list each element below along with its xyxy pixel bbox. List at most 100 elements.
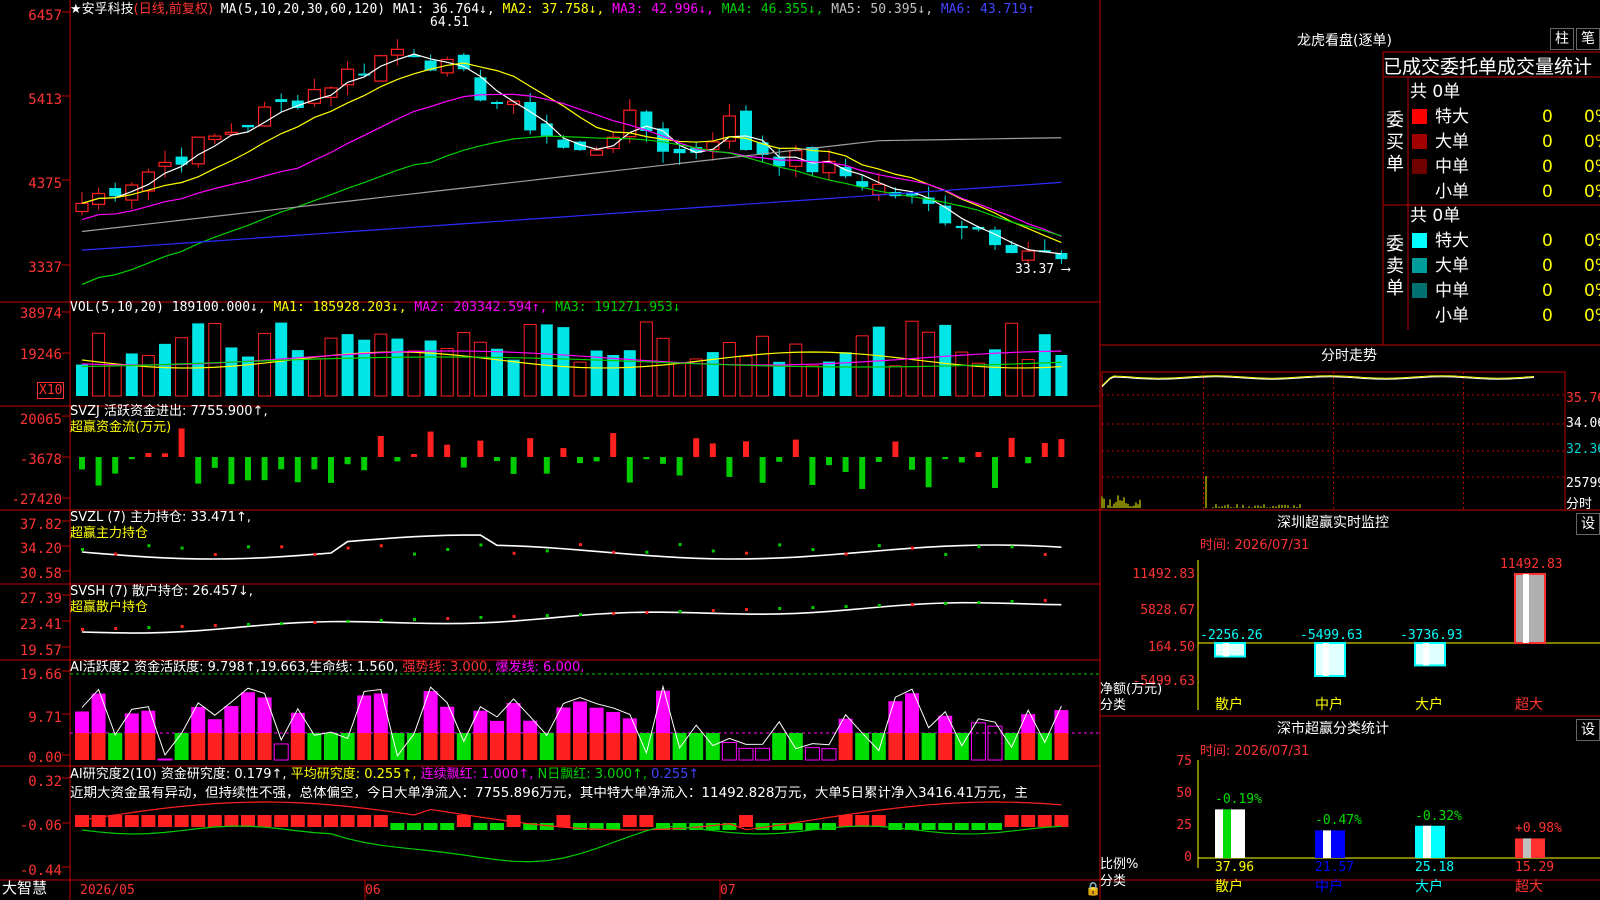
monitor-bar-shine-1 [1323, 642, 1329, 676]
ai1-bar-base [423, 733, 438, 760]
classify-bar-shine-3 [1523, 838, 1531, 858]
flow-bar [328, 457, 334, 483]
ai2-bar [324, 815, 338, 827]
sell-row-0: 特大 0 0% [1412, 231, 1600, 251]
sell-total: 共 0单 [1410, 206, 1461, 226]
ai1-bar-base [838, 733, 853, 760]
ai1-bar-green [705, 733, 720, 760]
sell-row-name: 特大 [1435, 231, 1469, 251]
svzj-label: SVZJ 活跃资金进出: 7755.900↑, [70, 404, 268, 419]
volume-bar [108, 364, 122, 397]
ai1-bar-top [473, 710, 488, 733]
ai2-bar [938, 823, 953, 830]
svzl-tick [545, 549, 549, 553]
volume-bar [939, 324, 952, 396]
volume-bar [192, 323, 205, 396]
volume-bar [307, 358, 321, 397]
ai1-bar-base [91, 733, 106, 760]
volume-bar [424, 340, 437, 396]
volume-bar [722, 342, 736, 397]
vol-ma2: MA2: 203342.594↑, [414, 300, 548, 315]
low-price-label: 33.37 [1015, 262, 1055, 277]
volume-bar [159, 343, 171, 396]
svsh-tick [944, 602, 948, 605]
ai1-tick-2: 0.00 [28, 750, 62, 766]
classify-value-3: 15.29 [1515, 860, 1555, 875]
flow-bar [460, 457, 467, 468]
flow-bar [792, 439, 799, 457]
classify-change-3: +0.98% [1515, 821, 1562, 837]
svzl-tick [844, 552, 848, 556]
sell-row-count: 0 [1542, 306, 1553, 326]
flow-bar [95, 457, 102, 486]
svsh-tick [180, 625, 184, 628]
monitor-cat-2: 大户 [1415, 697, 1443, 713]
sell-row-pct: 0% [1584, 306, 1600, 326]
bar-mode-button[interactable]: 柱 [1550, 28, 1574, 50]
ai2-bar [1021, 815, 1036, 827]
pen-mode-button[interactable]: 笔 [1576, 28, 1600, 50]
monitor-y-title: 净额(万元) [1100, 682, 1163, 697]
flow-bar [128, 457, 135, 460]
price-tick-2: 4375 [28, 176, 62, 192]
ai2-bar [274, 815, 289, 827]
buy-row-2: 中单 0 0% [1412, 157, 1600, 177]
classify-settings-button[interactable]: 设 [1576, 719, 1600, 741]
classify-bar-shine-2 [1423, 825, 1431, 858]
monitor-time: 时间: 2026/07/31 [1200, 538, 1310, 553]
svsh-tick [313, 621, 317, 624]
ai1-bar-base [224, 733, 239, 760]
svsh-tick [1043, 599, 1047, 602]
flow-bar [743, 441, 749, 457]
sell-row-pct: 0% [1584, 256, 1600, 276]
stock-name[interactable]: ★安孚科技 [70, 2, 134, 17]
volume-bar [473, 341, 487, 397]
svzl-tick [711, 549, 715, 553]
monitor-settings-button[interactable]: 设 [1576, 513, 1600, 535]
ai2-bar [473, 823, 488, 830]
ai2-bar [174, 815, 189, 827]
svsh-tick [446, 617, 450, 620]
sell-row-count: 0 [1542, 256, 1553, 276]
svsh-tick [247, 623, 250, 626]
ai1-bar-base [905, 733, 919, 760]
ai1-bar-green [539, 733, 554, 760]
ai1-bar-top [224, 706, 239, 733]
ai1-bar-top [1021, 714, 1036, 733]
ai2-bar [739, 815, 753, 827]
ai2-bar [1037, 815, 1052, 827]
volume-bar [141, 355, 155, 397]
monitor-bar-shine-0 [1223, 642, 1229, 657]
svsh-tick [678, 610, 682, 613]
vol-unit-badge[interactable]: X10 [37, 382, 65, 399]
lock-icon: 🔒 [1085, 882, 1102, 897]
volume-bar [258, 332, 272, 397]
sell-row-1: 大单 0 0% [1412, 256, 1600, 276]
svsh-tick [911, 603, 914, 606]
svsh-tick [645, 611, 649, 614]
flow-bar [925, 457, 932, 488]
ai1-strong: 强势线: 3.000, [402, 660, 492, 675]
svsh-tick-0: 27.39 [19, 591, 62, 607]
flow-bar [942, 457, 949, 460]
svzl-tick [1010, 545, 1014, 549]
ai1-bar-base [241, 733, 255, 760]
price-tick-1: 5413 [28, 92, 62, 108]
flow-bar [1041, 442, 1048, 457]
ai1-bar-top [938, 715, 953, 733]
monitor-tick-0: 11492.83 [1132, 567, 1195, 582]
svsh-tick [147, 626, 151, 629]
candle-body [740, 110, 752, 150]
monitor-bar-1 [1314, 641, 1346, 677]
classify-time: 时间: 2026/07/31 [1200, 744, 1310, 759]
ai1-bar-base [888, 733, 903, 760]
volume-bar [341, 334, 354, 396]
ai2-bar [988, 823, 1002, 830]
svzl-label: SVZL (7) 主力持仓: 33.471↑, [70, 510, 251, 525]
high-price-label: 64.51 [430, 15, 470, 30]
sell-row-count: 0 [1542, 281, 1553, 301]
chart-canvas[interactable] [0, 0, 1600, 900]
flow-bar [776, 457, 783, 462]
sell-row-name: 大单 [1435, 256, 1469, 276]
ai1-bar-green [921, 733, 936, 760]
